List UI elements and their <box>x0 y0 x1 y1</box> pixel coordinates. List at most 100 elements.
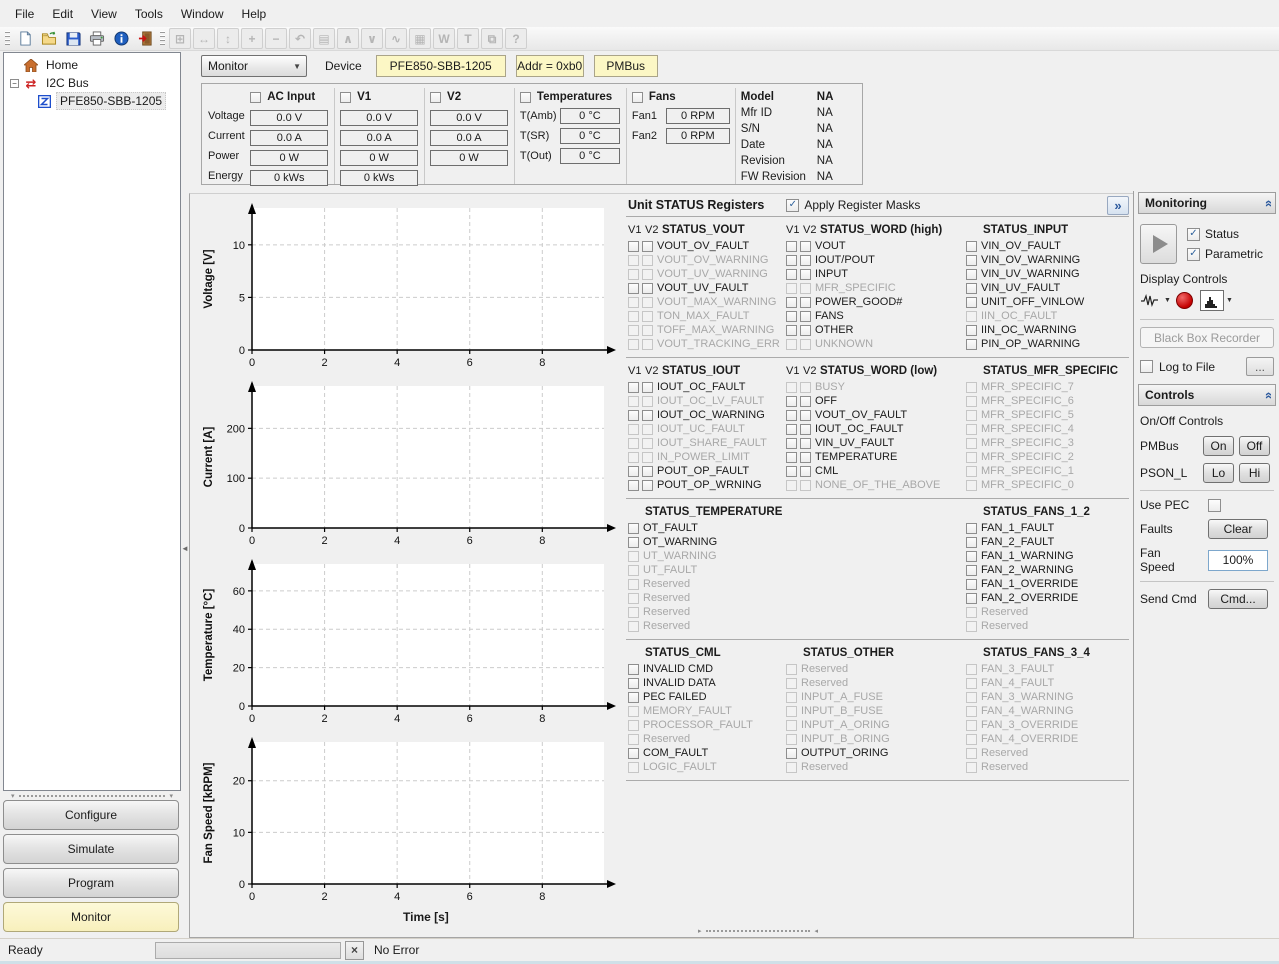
status-checkbox[interactable] <box>786 241 797 252</box>
pmbus-button[interactable]: PMBus <box>594 55 658 77</box>
measure-column-checkbox[interactable] <box>430 92 441 103</box>
status-checkbox[interactable] <box>966 565 977 576</box>
horizontal-splitter[interactable]: ▸ ◂ <box>698 927 818 935</box>
configure-nav-button[interactable]: Configure <box>3 800 179 830</box>
status-checkbox[interactable] <box>966 579 977 590</box>
status-checkbox[interactable] <box>786 269 797 280</box>
pson-hi-button[interactable]: Hi <box>1239 463 1270 483</box>
tree-collapse-icon[interactable]: − <box>10 79 19 88</box>
pmbus-on-button[interactable]: On <box>1203 436 1234 456</box>
status-checkbox[interactable] <box>786 325 797 336</box>
status-checkbox[interactable] <box>786 438 797 449</box>
start-monitoring-button[interactable] <box>1140 224 1177 264</box>
toolbar-grip[interactable] <box>5 31 10 47</box>
sidebar-splitter[interactable]: ▾ ▾ <box>3 791 181 800</box>
status-checkbox[interactable] <box>628 466 639 477</box>
clear-error-button[interactable]: × <box>345 941 364 960</box>
status-checkbox[interactable] <box>628 241 639 252</box>
monitor-nav-button[interactable]: Monitor <box>3 902 179 932</box>
status-checkbox[interactable] <box>966 269 977 280</box>
status-checkbox[interactable] <box>642 466 653 477</box>
waveform-icon[interactable] <box>1140 294 1162 307</box>
record-button[interactable] <box>1176 292 1193 309</box>
open-file-button[interactable] <box>38 28 60 49</box>
status-checkbox[interactable] <box>800 410 811 421</box>
status-checkbox[interactable] <box>800 269 811 280</box>
status-checkbox[interactable] <box>642 410 653 421</box>
collapse-chevron-icon[interactable]: » <box>1260 199 1275 206</box>
log-to-file-checkbox[interactable] <box>1140 360 1153 373</box>
send-cmd-button[interactable]: Cmd... <box>1208 589 1268 609</box>
new-file-button[interactable] <box>14 28 36 49</box>
status-checkbox[interactable] <box>800 438 811 449</box>
exit-button[interactable] <box>134 28 156 49</box>
status-checkbox[interactable] <box>800 311 811 322</box>
measure-column-checkbox[interactable] <box>250 92 261 103</box>
sidebar-resize-splitter[interactable]: ◄ <box>181 51 189 938</box>
monitoring-header[interactable]: Monitoring » <box>1138 192 1276 214</box>
pson-lo-button[interactable]: Lo <box>1203 463 1234 483</box>
use-pec-checkbox[interactable] <box>1208 499 1221 512</box>
status-checkbox[interactable] <box>800 466 811 477</box>
menu-window[interactable]: Window <box>172 3 233 25</box>
status-checkbox[interactable] <box>628 283 639 294</box>
collapse-chevron-icon[interactable]: » <box>1260 391 1275 398</box>
histogram-display-button[interactable] <box>1200 290 1224 311</box>
measure-column-checkbox[interactable] <box>520 92 531 103</box>
measure-column-checkbox[interactable] <box>632 92 643 103</box>
menu-tools[interactable]: Tools <box>126 3 172 25</box>
status-checkbox[interactable] <box>628 382 639 393</box>
measure-column-checkbox[interactable] <box>340 92 351 103</box>
status-checkbox[interactable] <box>786 424 797 435</box>
status-checkbox[interactable] <box>800 297 811 308</box>
status-checkbox[interactable] <box>628 664 639 675</box>
status-checkbox[interactable] <box>786 311 797 322</box>
status-checkbox[interactable] <box>966 537 977 548</box>
status-checkbox[interactable] <box>786 396 797 407</box>
status-checkbox[interactable] <box>800 241 811 252</box>
status-checkbox[interactable] <box>966 283 977 294</box>
apply-register-masks-checkbox[interactable] <box>786 199 799 212</box>
chevron-down-icon[interactable]: ▼ <box>1226 297 1233 304</box>
status-checkbox[interactable] <box>966 255 977 266</box>
status-checkbox[interactable] <box>642 480 653 491</box>
status-checkbox[interactable] <box>628 678 639 689</box>
status-checkbox[interactable] <box>966 593 977 604</box>
menu-help[interactable]: Help <box>233 3 276 25</box>
browse-button[interactable]: ... <box>1246 357 1274 376</box>
about-button[interactable] <box>110 28 132 49</box>
status-checkbox[interactable] <box>800 452 811 463</box>
status-checkbox[interactable] <box>966 297 977 308</box>
status-checkbox[interactable] <box>786 255 797 266</box>
status-checkbox[interactable] <box>966 339 977 350</box>
fan-speed-input[interactable]: 100% <box>1208 550 1268 571</box>
status-checkbox[interactable] <box>628 410 639 421</box>
status-checkbox[interactable] <box>786 410 797 421</box>
status-checkbox[interactable] <box>786 466 797 477</box>
status-checkbox[interactable] <box>966 523 977 534</box>
clear-faults-button[interactable]: Clear <box>1208 519 1268 539</box>
status-checkbox[interactable] <box>642 283 653 294</box>
simulate-nav-button[interactable]: Simulate <box>3 834 179 864</box>
toolbar-grip[interactable] <box>160 31 165 47</box>
status-checkbox[interactable] <box>966 325 977 336</box>
status-monitor-checkbox[interactable] <box>1187 228 1200 241</box>
chevron-down-icon[interactable]: ▼ <box>1164 297 1171 304</box>
status-checkbox[interactable] <box>800 396 811 407</box>
menu-edit[interactable]: Edit <box>43 3 82 25</box>
status-checkbox[interactable] <box>642 382 653 393</box>
status-checkbox[interactable] <box>800 424 811 435</box>
status-checkbox[interactable] <box>628 748 639 759</box>
status-checkbox[interactable] <box>628 692 639 703</box>
parametric-monitor-checkbox[interactable] <box>1187 248 1200 261</box>
controls-header[interactable]: Controls » <box>1138 384 1276 406</box>
tree-item-i2c-bus[interactable]: −⇄I2C Bus <box>6 74 178 92</box>
mode-combobox[interactable]: Monitor ▼ <box>201 55 307 77</box>
tree-item-home[interactable]: Home <box>6 56 178 74</box>
status-checkbox[interactable] <box>786 297 797 308</box>
pmbus-off-button[interactable]: Off <box>1239 436 1270 456</box>
status-checkbox[interactable] <box>800 255 811 266</box>
program-nav-button[interactable]: Program <box>3 868 179 898</box>
status-checkbox[interactable] <box>786 452 797 463</box>
print-button[interactable] <box>86 28 108 49</box>
